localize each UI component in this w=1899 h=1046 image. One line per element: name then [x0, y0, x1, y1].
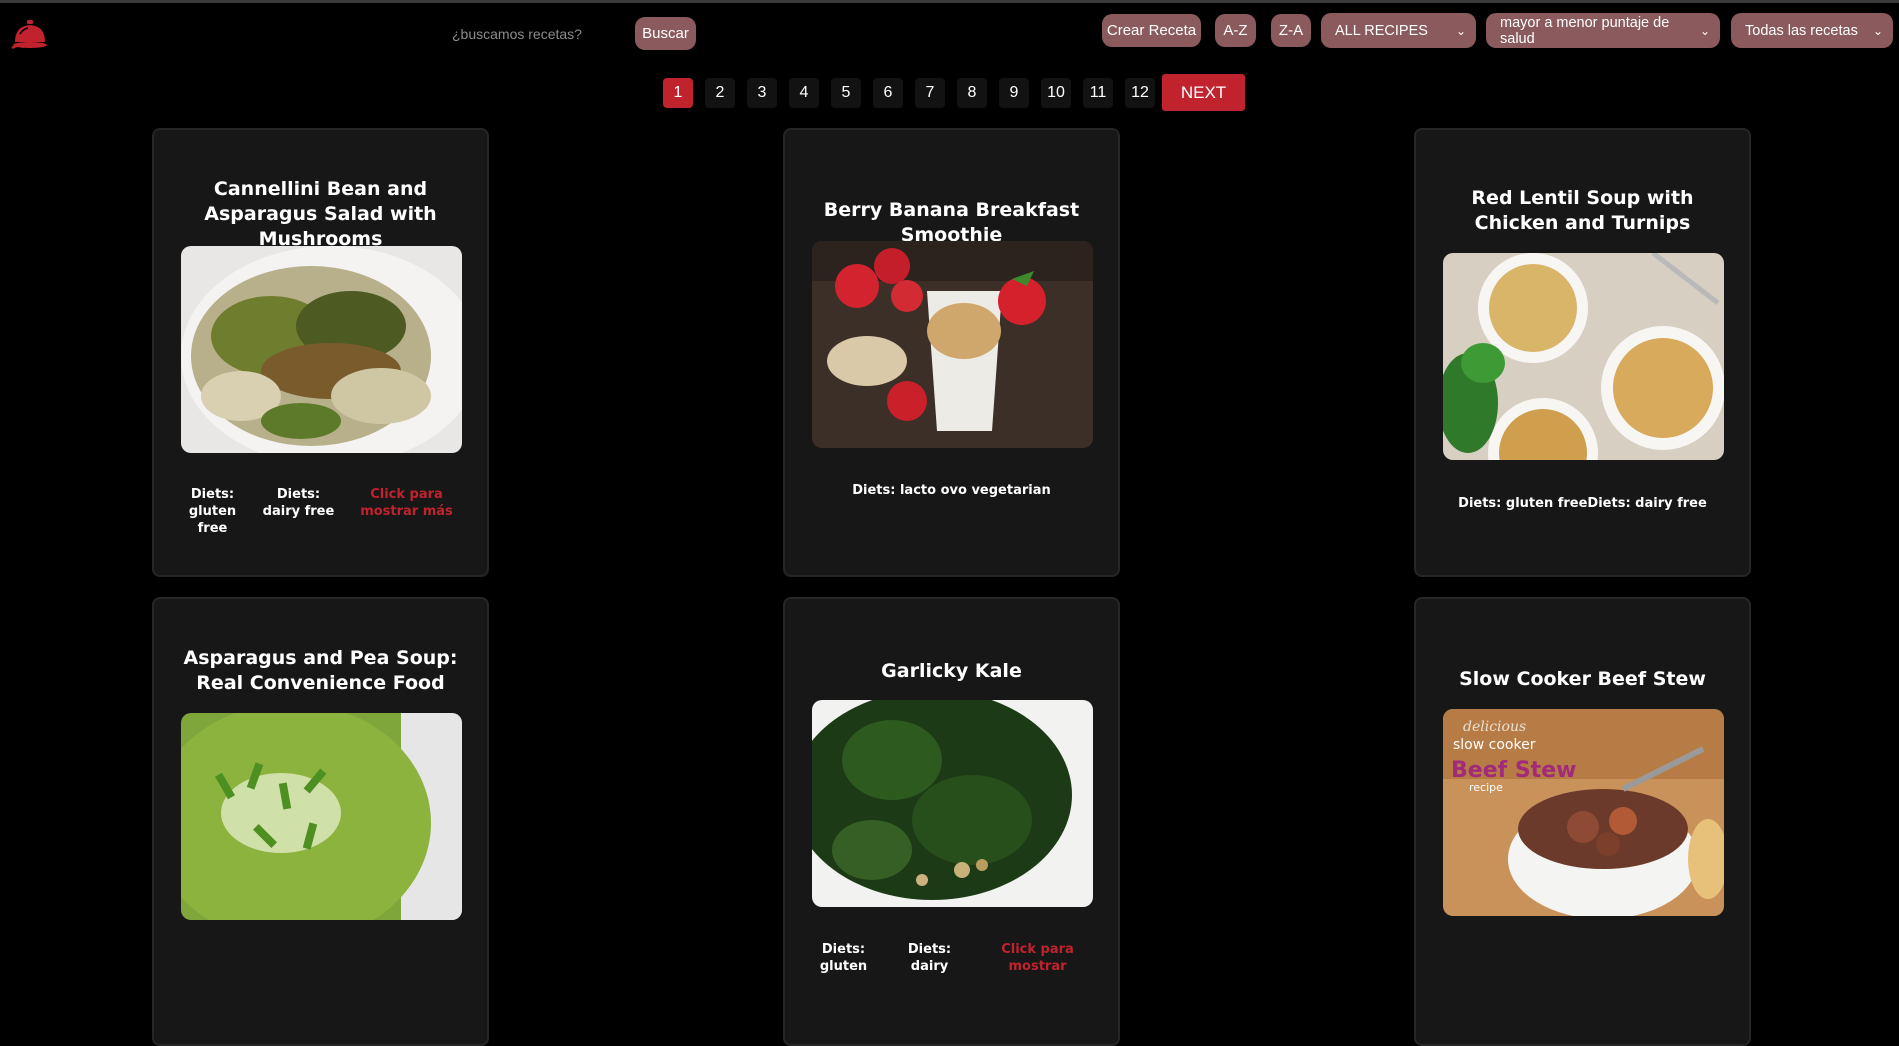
- diet-list: Diets: lacto ovo vegetarian: [799, 482, 1104, 499]
- recipe-card[interactable]: Garlicky Kale Diets: gluten Diets: dairy…: [783, 597, 1120, 1046]
- page-button-5[interactable]: 5: [831, 78, 861, 108]
- health-sort-value: mayor a menor puntaje de salud: [1500, 14, 1670, 47]
- window-top-border: [0, 0, 1899, 3]
- diet-label: Diets: gluten freeDiets: dairy free: [1458, 496, 1707, 511]
- image-caption: delicious: [1463, 719, 1526, 735]
- diet-filter-value: ALL RECIPES: [1335, 22, 1428, 39]
- search-input[interactable]: [450, 19, 619, 49]
- page-button-8[interactable]: 8: [957, 78, 987, 108]
- image-caption: recipe: [1469, 781, 1503, 794]
- diet-list: Diets: gluten freeDiets: dairy free: [1430, 495, 1735, 512]
- recipe-image[interactable]: [1443, 253, 1724, 460]
- diet-label: Diets: dairy: [907, 942, 952, 974]
- chevron-down-icon: ⌄: [1872, 23, 1883, 38]
- recipe-card[interactable]: Slow Cooker Beef Stew delicious slow coo…: [1414, 597, 1751, 1046]
- chevron-down-icon: ⌄: [1699, 23, 1710, 38]
- recipe-image[interactable]: delicious slow cooker Beef Stew recipe: [1443, 709, 1724, 916]
- recipe-image[interactable]: [181, 713, 462, 920]
- recipe-title[interactable]: Cannellini Bean and Asparagus Salad with…: [174, 177, 467, 252]
- page-button-6[interactable]: 6: [873, 78, 903, 108]
- source-filter-select[interactable]: Todas las recetas ⌄: [1731, 13, 1893, 48]
- page-button-10[interactable]: 10: [1041, 78, 1071, 108]
- page-button-1[interactable]: 1: [663, 78, 693, 108]
- next-page-button[interactable]: NEXT: [1162, 74, 1245, 111]
- diet-label: Diets: gluten: [819, 942, 868, 974]
- recipe-title[interactable]: Red Lentil Soup with Chicken and Turnips: [1436, 186, 1729, 236]
- recipe-card[interactable]: Asparagus and Pea Soup: Real Convenience…: [152, 597, 489, 1046]
- source-filter-value: Todas las recetas: [1745, 22, 1858, 39]
- diet-label: Diets: gluten free: [188, 487, 237, 536]
- show-more-link[interactable]: Click para mostrar más: [348, 486, 466, 537]
- recipe-image[interactable]: [812, 241, 1093, 448]
- diet-filter-select[interactable]: ALL RECIPES ⌄: [1321, 13, 1476, 48]
- image-caption: Beef Stew: [1451, 758, 1576, 783]
- search-button[interactable]: Buscar: [635, 17, 696, 50]
- page-button-12[interactable]: 12: [1125, 78, 1155, 108]
- health-score-sort-select[interactable]: mayor a menor puntaje de salud ⌄: [1486, 13, 1720, 48]
- page-button-9[interactable]: 9: [999, 78, 1029, 108]
- recipe-image[interactable]: [812, 700, 1093, 907]
- page-button-2[interactable]: 2: [705, 78, 735, 108]
- page-button-11[interactable]: 11: [1083, 78, 1113, 108]
- page-button-3[interactable]: 3: [747, 78, 777, 108]
- recipe-card[interactable]: Berry Banana Breakfast Smoothie Diets: l…: [783, 128, 1120, 577]
- show-more-link[interactable]: Click para mostrar: [979, 941, 1097, 975]
- recipe-title[interactable]: Garlicky Kale: [805, 659, 1098, 684]
- recipe-title[interactable]: Slow Cooker Beef Stew: [1436, 667, 1729, 692]
- image-caption: slow cooker: [1453, 737, 1536, 753]
- diet-label: Diets: dairy free: [262, 487, 335, 519]
- page-button-7[interactable]: 7: [915, 78, 945, 108]
- recipe-image[interactable]: [181, 246, 462, 453]
- diet-list: Diets: gluten Diets: dairy Click para mo…: [799, 941, 1104, 975]
- recipe-card[interactable]: Cannellini Bean and Asparagus Salad with…: [152, 128, 489, 577]
- sort-az-button[interactable]: A-Z: [1215, 14, 1256, 47]
- page-button-4[interactable]: 4: [789, 78, 819, 108]
- create-recipe-button[interactable]: Crear Receta: [1102, 14, 1201, 47]
- diet-list: Diets: gluten free Diets: dairy free Cli…: [168, 486, 473, 537]
- recipe-title[interactable]: Asparagus and Pea Soup: Real Convenience…: [174, 646, 467, 696]
- diet-label: Diets: lacto ovo vegetarian: [852, 483, 1051, 498]
- sort-za-button[interactable]: Z-A: [1271, 14, 1311, 47]
- recipe-card[interactable]: Red Lentil Soup with Chicken and Turnips…: [1414, 128, 1751, 577]
- chevron-down-icon: ⌄: [1455, 23, 1466, 38]
- chef-cloche-logo-icon[interactable]: [10, 14, 50, 52]
